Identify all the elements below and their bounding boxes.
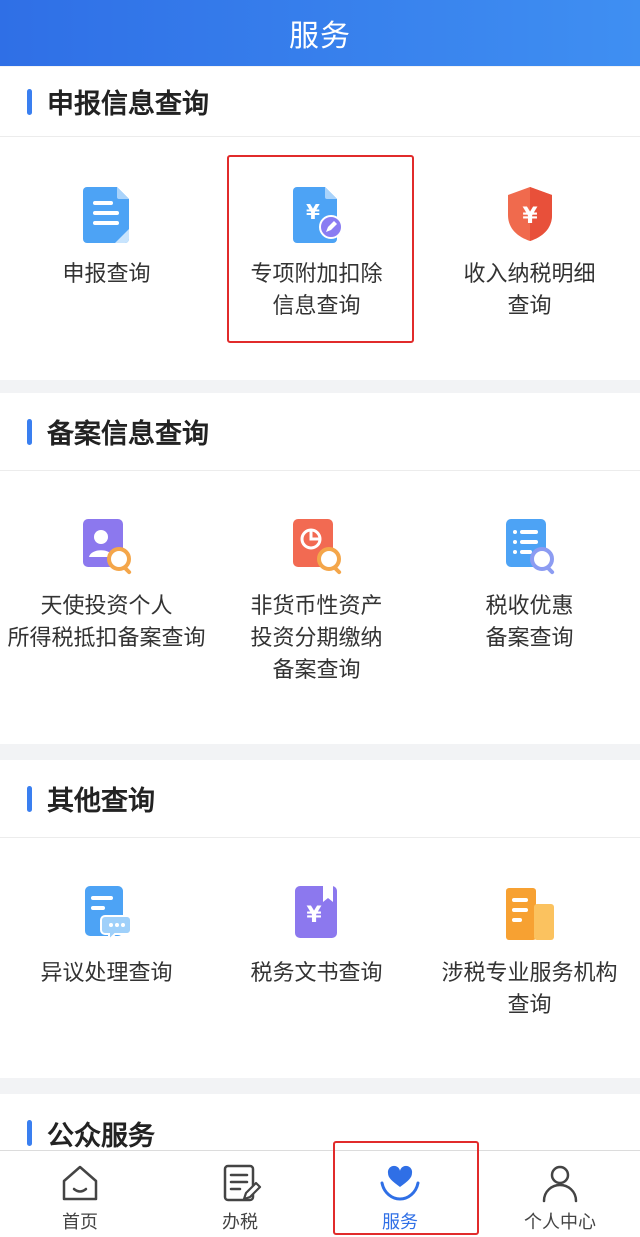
section-title: 其他查询 — [47, 786, 155, 817]
service-label: 税收优惠 备案查询 — [485, 594, 574, 651]
section-public-service: 公众服务 — [0, 1094, 640, 1154]
tab-label: 首页 — [62, 1212, 98, 1233]
service-label: 税务文书查询 — [250, 961, 383, 986]
service-label: 收入纳税明细 查询 — [463, 262, 596, 319]
service-label: 天使投资个人 所得税抵扣备案查询 — [7, 594, 206, 651]
tab-label: 办税 — [222, 1212, 258, 1233]
page-header: 服务 — [0, 0, 640, 66]
section-title: 申报信息查询 — [47, 89, 209, 120]
service-income-tax-detail-query[interactable]: ¥ 收入纳税明细 查询 — [423, 183, 636, 323]
document-icon — [77, 183, 137, 245]
section-header: 其他查询 — [0, 760, 640, 838]
user-icon — [542, 1165, 578, 1203]
section-header: 公众服务 — [0, 1094, 640, 1154]
pie-chart-search-icon — [287, 515, 347, 577]
yuan-book-icon: ¥ — [287, 882, 347, 944]
section-accent-bar — [27, 785, 32, 812]
highlight-box-service-tab — [333, 1141, 479, 1235]
building-icon — [500, 882, 560, 944]
section-title: 备案信息查询 — [47, 419, 209, 450]
service-label: 申报查询 — [62, 262, 151, 287]
message-document-icon — [77, 882, 137, 944]
home-icon — [62, 1165, 98, 1201]
bottom-tab-bar: 首页 办税 服务 个人中心 — [0, 1150, 640, 1237]
section-accent-bar — [27, 418, 32, 445]
highlight-box-special-deduction — [227, 155, 414, 343]
section-title: 公众服务 — [47, 1120, 155, 1152]
svg-text:¥: ¥ — [522, 204, 538, 229]
service-tax-agency-query[interactable]: 涉税专业服务机构 查询 — [423, 882, 636, 1022]
section-header: 备案信息查询 — [0, 393, 640, 471]
tab-label: 个人中心 — [524, 1212, 596, 1233]
service-label: 非货币性资产 投资分期缴纳 备案查询 — [250, 594, 383, 683]
service-label: 涉税专业服务机构 查询 — [441, 961, 618, 1018]
tab-personal-center[interactable]: 个人中心 — [480, 1151, 640, 1237]
edit-list-icon — [223, 1164, 262, 1202]
service-declaration-query[interactable]: 申报查询 — [0, 183, 213, 291]
svg-text:¥: ¥ — [306, 903, 322, 928]
service-tax-preference-query[interactable]: 税收优惠 备案查询 — [423, 515, 636, 655]
section-accent-bar — [27, 88, 32, 115]
yuan-shield-icon: ¥ — [500, 183, 560, 245]
person-search-icon — [77, 515, 137, 577]
list-search-icon — [500, 515, 560, 577]
section-accent-bar — [27, 1120, 32, 1146]
service-angel-investment-query[interactable]: 天使投资个人 所得税抵扣备案查询 — [0, 515, 213, 655]
service-objection-query[interactable]: 异议处理查询 — [0, 882, 213, 990]
section-header: 申报信息查询 — [0, 67, 640, 137]
section-filing-query: 备案信息查询 天使投资个人 所得税抵扣备案查询 非货币性资产 投资分期缴纳 备案… — [0, 393, 640, 744]
tab-home[interactable]: 首页 — [0, 1151, 160, 1237]
service-tax-document-query[interactable]: ¥ 税务文书查询 — [210, 882, 423, 990]
page-title: 服务 — [289, 19, 351, 54]
service-non-monetary-asset-query[interactable]: 非货币性资产 投资分期缴纳 备案查询 — [210, 515, 423, 687]
service-label: 异议处理查询 — [40, 961, 173, 986]
section-other-query: 其他查询 异议处理查询 ¥ 税务文书查询 涉税专业服务机构 查询 — [0, 760, 640, 1078]
tab-tax-handling[interactable]: 办税 — [160, 1151, 320, 1237]
